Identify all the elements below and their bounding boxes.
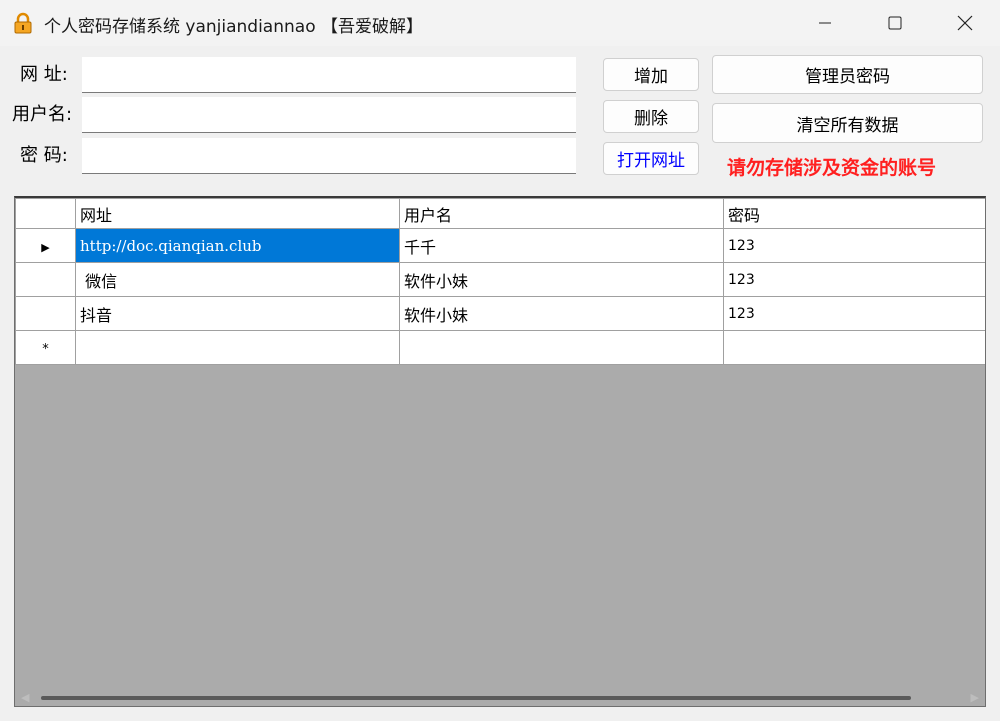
column-header-url[interactable]: 网址 [75, 198, 400, 229]
add-button[interactable]: 增加 [603, 58, 699, 91]
corner-header-cell[interactable] [15, 198, 76, 229]
url-cell[interactable]: http://doc.qianqian.club [75, 228, 400, 263]
password-field[interactable] [82, 138, 576, 174]
new-row[interactable]: * [15, 330, 985, 365]
password-cell[interactable]: 123 [723, 296, 985, 331]
username-cell[interactable] [399, 330, 724, 365]
scroll-right-icon[interactable]: ▶ [971, 691, 979, 704]
password-cell[interactable]: 123 [723, 228, 985, 263]
delete-button[interactable]: 删除 [603, 100, 699, 133]
password-cell[interactable]: 123 [723, 262, 985, 297]
username-cell[interactable]: 千千 [399, 228, 724, 263]
padlock-icon [12, 12, 34, 34]
title-bar: 个人密码存储系统 yanjiandiannao 【吾爱破解】 [0, 0, 1000, 46]
window-title: 个人密码存储系统 yanjiandiannao 【吾爱破解】 [44, 17, 423, 37]
username-cell[interactable]: 软件小妹 [399, 262, 724, 297]
app-window: 个人密码存储系统 yanjiandiannao 【吾爱破解】 网 址: 用户名:… [0, 0, 1000, 721]
horizontal-scrollbar[interactable]: ◀ ▶ [15, 688, 985, 706]
url-cell[interactable]: 微信 [75, 262, 400, 297]
url-cell[interactable] [75, 330, 400, 365]
grid-header-row: 网址 用户名 密码 [15, 198, 985, 229]
minimize-icon [819, 22, 831, 24]
new-row-asterisk-icon: * [42, 342, 49, 357]
table-row[interactable]: 抖音 软件小妹 123 [15, 296, 985, 331]
warning-text: 请勿存储涉及资金的账号 [727, 157, 937, 179]
minimize-button[interactable] [790, 0, 860, 46]
grid-table: 网址 用户名 密码 ▶ http://doc.qianqian.club 千千 … [15, 198, 985, 365]
table-row[interactable]: 微信 软件小妹 123 [15, 262, 985, 297]
username-cell[interactable]: 软件小妹 [399, 296, 724, 331]
username-field[interactable] [82, 97, 576, 133]
username-label: 用户名: [12, 104, 73, 125]
row-header[interactable]: * [15, 330, 76, 365]
column-header-username[interactable]: 用户名 [399, 198, 724, 229]
row-header[interactable] [15, 296, 76, 331]
url-field[interactable] [82, 57, 576, 93]
row-header[interactable]: ▶ [15, 228, 76, 263]
accounts-grid[interactable]: 网址 用户名 密码 ▶ http://doc.qianqian.club 千千 … [14, 196, 986, 707]
password-label: 密 码: [20, 145, 68, 166]
row-header[interactable] [15, 262, 76, 297]
close-button[interactable] [930, 0, 1000, 46]
admin-password-button[interactable]: 管理员密码 [712, 55, 983, 94]
maximize-icon [888, 16, 902, 30]
scroll-left-icon[interactable]: ◀ [21, 691, 29, 704]
url-cell[interactable]: 抖音 [75, 296, 400, 331]
clear-all-data-button[interactable]: 清空所有数据 [712, 103, 983, 143]
url-label: 网 址: [20, 64, 68, 85]
table-row[interactable]: ▶ http://doc.qianqian.club 千千 123 [15, 228, 985, 263]
scrollbar-thumb[interactable] [41, 696, 911, 700]
current-row-arrow-icon: ▶ [41, 241, 50, 254]
close-icon [957, 15, 973, 31]
column-header-password[interactable]: 密码 [723, 198, 985, 229]
open-url-button[interactable]: 打开网址 [603, 142, 699, 175]
maximize-button[interactable] [860, 0, 930, 46]
password-cell[interactable] [723, 330, 985, 365]
